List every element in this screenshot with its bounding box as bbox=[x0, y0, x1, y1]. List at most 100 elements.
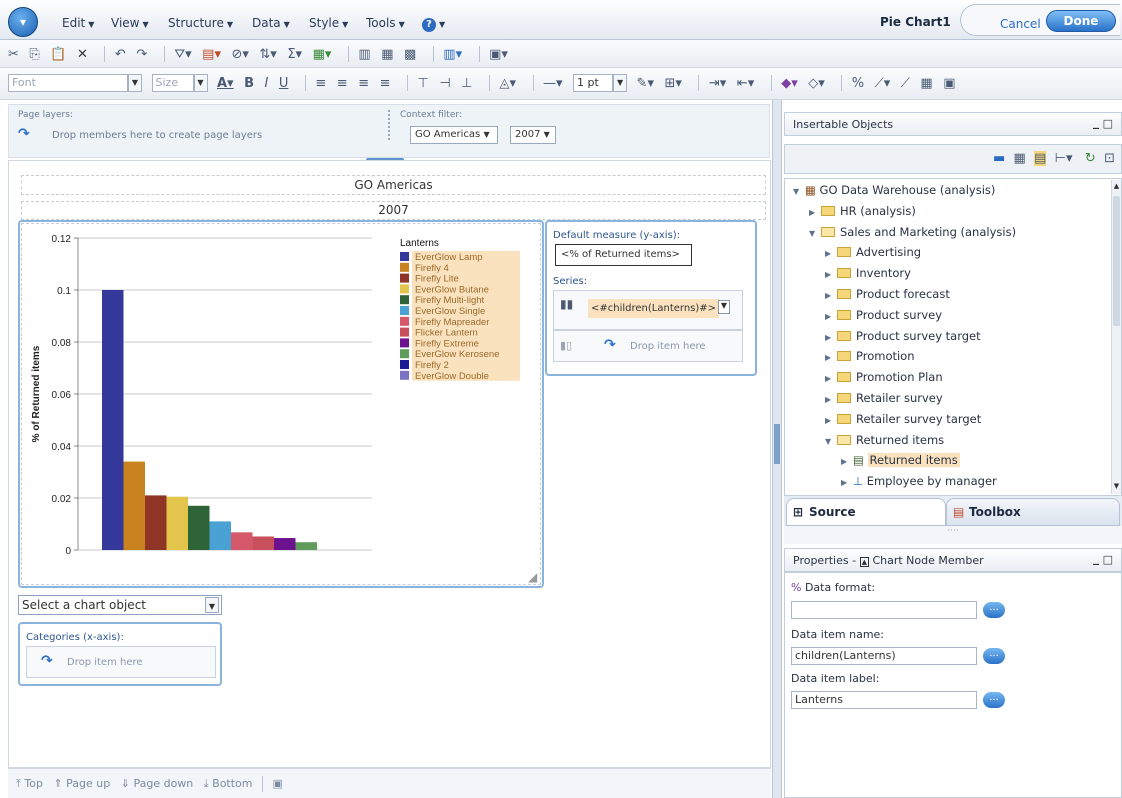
page-layers-drop-zone[interactable]: Drop members here to create page layers bbox=[52, 130, 262, 141]
view-tree-icon[interactable]: ▦ bbox=[1014, 151, 1026, 166]
filter-icon[interactable]: ⛛▾ bbox=[174, 47, 191, 62]
data-item-name-browse-button[interactable]: ... bbox=[983, 648, 1005, 664]
font-family-select[interactable]: Font bbox=[8, 74, 128, 92]
tab-source[interactable]: ⊞ Source bbox=[786, 498, 946, 526]
redo-icon[interactable]: ↷ bbox=[136, 47, 147, 62]
underline-icon[interactable]: U bbox=[279, 76, 289, 91]
collapsed-icon[interactable]: ▶ bbox=[825, 333, 837, 342]
justify-icon[interactable]: ≡ bbox=[380, 76, 391, 91]
tree-item[interactable]: ▼ Returned items bbox=[825, 433, 944, 453]
indent-icon[interactable]: ⇥▾ bbox=[709, 76, 726, 91]
tree-item[interactable]: ▶ HR (analysis) bbox=[809, 204, 916, 224]
run-report-icon[interactable]: ▣▾ bbox=[489, 47, 508, 62]
tree-item[interactable]: ▶ Product forecast bbox=[825, 287, 950, 307]
align-center-icon[interactable]: ≡ bbox=[337, 76, 348, 91]
insert-chart-icon[interactable]: ▥▾ bbox=[443, 47, 462, 62]
line-color-icon[interactable]: ✎▾ bbox=[637, 76, 654, 91]
page-settings-icon[interactable]: ▣ bbox=[273, 777, 283, 790]
collapsed-icon[interactable]: ▶ bbox=[825, 353, 837, 362]
data-item-label-browse-button[interactable]: ... bbox=[983, 692, 1005, 708]
collapsed-icon[interactable]: ▶ bbox=[825, 395, 837, 404]
data-format-browse-button[interactable]: ... bbox=[983, 602, 1005, 618]
valign-middle-icon[interactable]: ⊣ bbox=[439, 76, 450, 91]
italic-icon[interactable]: I bbox=[265, 76, 269, 91]
collapsed-icon[interactable]: ▶ bbox=[809, 208, 821, 217]
search-icon[interactable]: ⊡ bbox=[1104, 151, 1115, 166]
refresh-icon[interactable]: ↻ bbox=[1085, 151, 1096, 166]
data-format-field[interactable] bbox=[791, 601, 977, 619]
collapsed-icon[interactable]: ▶ bbox=[825, 291, 837, 300]
chevron-down-icon[interactable]: ▼ bbox=[613, 74, 628, 92]
scroll-up-icon[interactable]: ▲ bbox=[1112, 182, 1121, 192]
expanded-icon[interactable]: ▼ bbox=[809, 229, 821, 238]
line-style-icon[interactable]: —▾ bbox=[543, 76, 563, 91]
tree-item[interactable]: ▶ Retailer survey bbox=[825, 391, 943, 411]
maximize-icon[interactable]: □ bbox=[1103, 117, 1113, 130]
collapse-pane-handle[interactable] bbox=[774, 424, 780, 464]
layout-icon[interactable]: ▥ bbox=[358, 47, 370, 62]
align-right-icon[interactable]: ≡ bbox=[358, 76, 369, 91]
tree-item[interactable]: ▼ ▦ GO Data Warehouse (analysis) bbox=[793, 183, 995, 203]
borders-icon[interactable]: ⊞▾ bbox=[664, 76, 681, 91]
grid-icon[interactable]: ▦ bbox=[920, 76, 932, 91]
undo-icon[interactable]: ↶ bbox=[115, 47, 126, 62]
data-item-name-field[interactable]: children(Lanterns) bbox=[791, 647, 977, 665]
tree-item[interactable]: ▶ Promotion Plan bbox=[825, 370, 943, 390]
top-button[interactable]: ⤒ Top bbox=[16, 777, 43, 790]
delete-icon[interactable]: ✕ bbox=[77, 47, 88, 62]
font-size-select[interactable]: Size bbox=[151, 74, 194, 92]
line-weight-select[interactable]: 1 pt bbox=[573, 74, 614, 92]
chevron-down-icon[interactable]: ▼ bbox=[128, 74, 142, 92]
paste-icon[interactable]: 📋 bbox=[50, 47, 66, 62]
data-format-icon[interactable]: % bbox=[852, 76, 864, 91]
outdent-icon[interactable]: ⇤▾ bbox=[737, 76, 754, 91]
region-header[interactable]: GO Americas bbox=[21, 175, 766, 195]
style-icon[interactable]: ◆▾ bbox=[781, 76, 798, 91]
valign-bottom-icon[interactable]: ⊥ bbox=[461, 76, 472, 91]
collapsed-icon[interactable]: ▶ bbox=[825, 249, 837, 258]
maximize-icon[interactable]: □ bbox=[1103, 553, 1113, 566]
collapsed-icon[interactable]: ▶ bbox=[841, 457, 853, 466]
menu-structure[interactable]: Structure ▼ bbox=[168, 16, 233, 30]
collapsed-icon[interactable]: ▶ bbox=[825, 416, 837, 425]
tree-item[interactable]: ▶ ▤ Returned items bbox=[841, 453, 960, 473]
bar-chart[interactable]: 0 0.02 0.04 0.06 0.08 0.1 0.12 % of Returned it… bbox=[22, 224, 540, 582]
collapsed-icon[interactable]: ▶ bbox=[841, 478, 853, 487]
app-menu-button[interactable]: ▾ bbox=[8, 7, 38, 37]
expanded-icon[interactable]: ▼ bbox=[793, 187, 805, 196]
chevron-down-icon[interactable]: ▼ bbox=[718, 300, 730, 314]
select-ancestor-icon[interactable]: ▲ bbox=[859, 557, 869, 567]
tree-item[interactable]: ▶ Inventory bbox=[825, 266, 911, 286]
tree-item[interactable]: ▶ Advertising bbox=[825, 245, 921, 265]
expanded-icon[interactable]: ▼ bbox=[825, 437, 837, 446]
series-item[interactable]: <#children(Lanterns)#> bbox=[588, 299, 720, 318]
collapsed-icon[interactable]: ▶ bbox=[825, 374, 837, 383]
resize-handle-icon[interactable]: ◢ bbox=[528, 570, 537, 584]
conditional-style-icon[interactable]: ◇▾ bbox=[808, 76, 825, 91]
tree-item[interactable]: ▶ Product survey target bbox=[825, 329, 981, 349]
categories-drop-zone[interactable]: ↷ Drop item here bbox=[26, 646, 216, 678]
valign-top-icon[interactable]: ⊤ bbox=[418, 76, 429, 91]
suppress-icon[interactable]: ▤▾ bbox=[202, 47, 221, 62]
context-filter-year[interactable]: 2007 ▼ bbox=[510, 126, 556, 144]
tree-item[interactable]: ▶ Retailer survey target bbox=[825, 412, 981, 432]
font-color-icon[interactable]: A▾ bbox=[217, 76, 234, 91]
tree-item[interactable]: ▶ Product survey bbox=[825, 308, 942, 328]
menu-help[interactable]: ? ▼ bbox=[422, 16, 445, 32]
cancel-button[interactable]: Cancel bbox=[1000, 17, 1041, 31]
view-metadata-icon[interactable]: ▤ bbox=[1034, 151, 1047, 166]
collapsed-icon[interactable]: ▶ bbox=[825, 270, 837, 279]
panel-grip[interactable]: ···· bbox=[784, 526, 1122, 544]
view-members-icon[interactable]: ▬ bbox=[993, 151, 1005, 166]
menu-tools[interactable]: Tools ▼ bbox=[366, 16, 405, 30]
menu-edit[interactable]: Edit ▼ bbox=[62, 16, 94, 30]
chart-type-icon[interactable]: ▦▾ bbox=[313, 47, 332, 62]
apply-style-icon[interactable]: ⟋ bbox=[901, 76, 910, 91]
scroll-thumb[interactable] bbox=[1113, 196, 1120, 326]
chart-object-select[interactable]: Select a chart object ▼ bbox=[18, 595, 222, 615]
minimize-icon[interactable]: _ bbox=[1093, 551, 1099, 565]
series-drop-zone-empty[interactable]: ▮▯ ↷ Drop item here bbox=[553, 330, 743, 362]
bottom-button[interactable]: ⤓ Bottom bbox=[204, 777, 253, 790]
page-down-button[interactable]: ⇓ Page down bbox=[121, 777, 194, 790]
table-icon[interactable]: ▦ bbox=[381, 47, 393, 62]
